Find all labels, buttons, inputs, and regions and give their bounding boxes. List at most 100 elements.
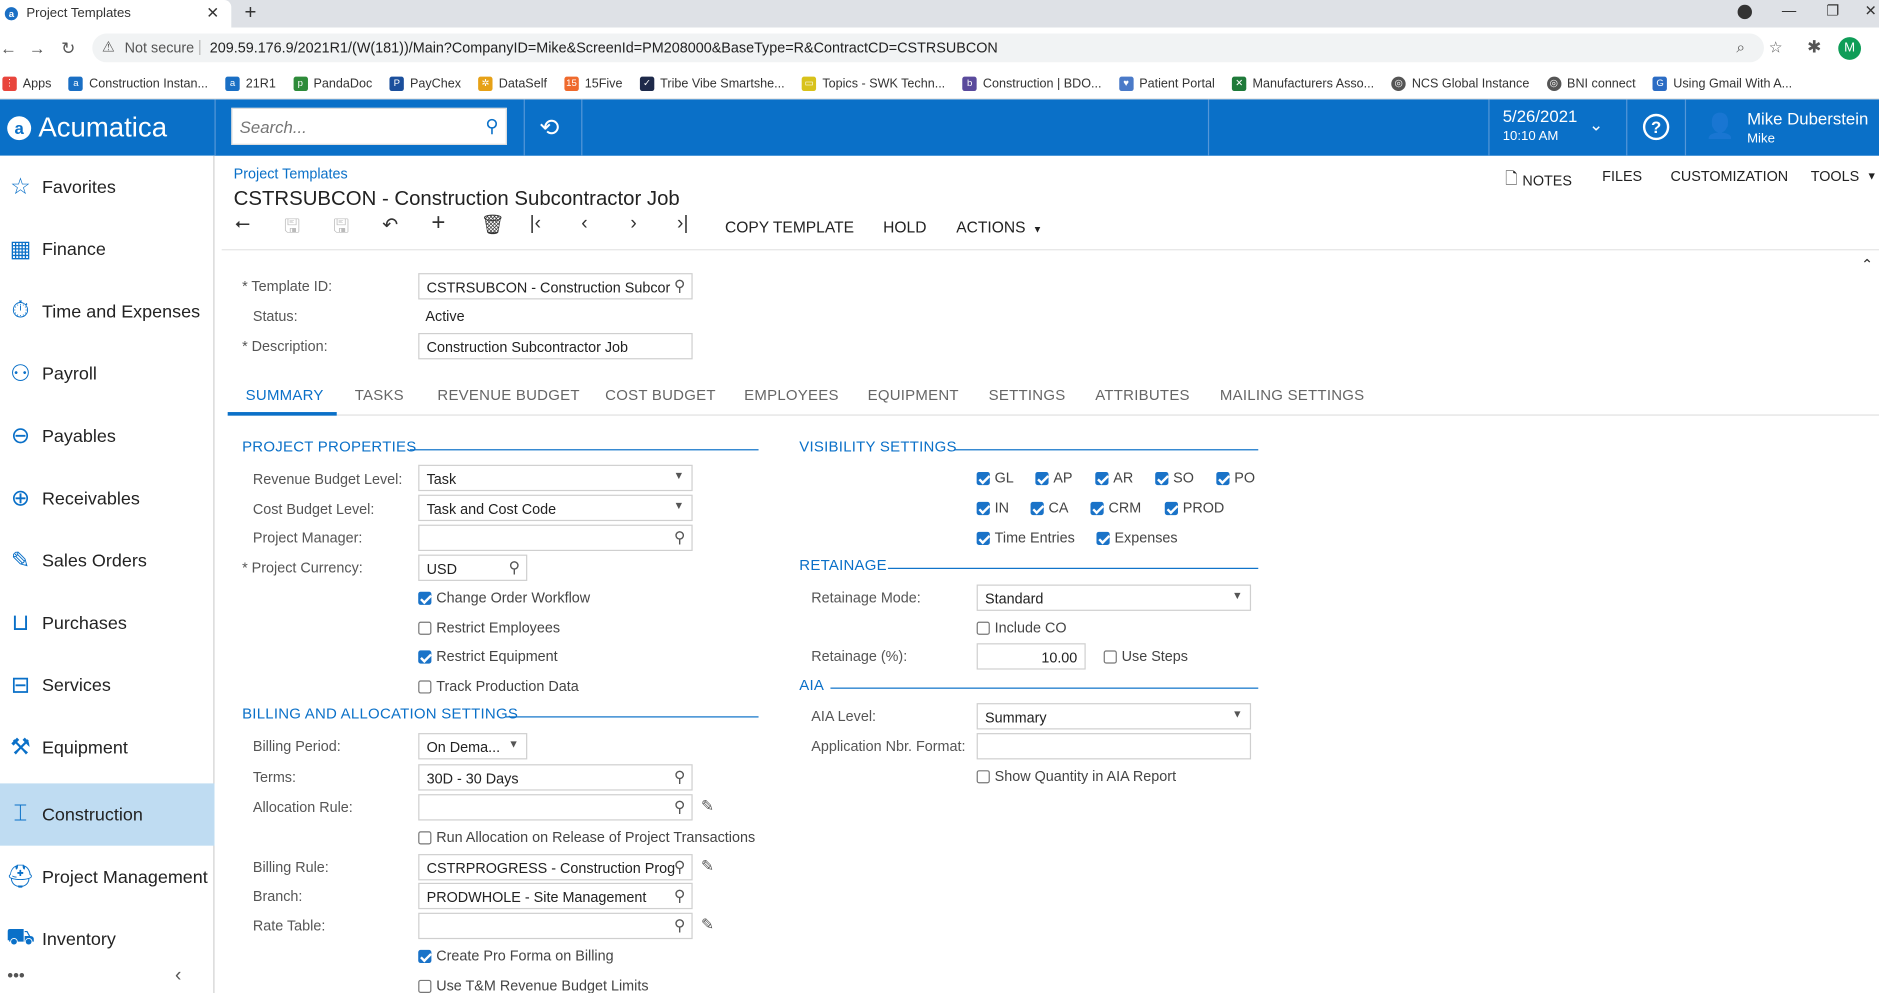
- visibility-ap-checkbox[interactable]: AP: [1035, 470, 1073, 486]
- sidebar-item-inventory[interactable]: ⛟ Inventory: [0, 908, 215, 970]
- allocation-rule-field[interactable]: ⚲: [418, 794, 693, 821]
- first-record-icon[interactable]: |‹: [530, 213, 541, 235]
- application-nbr-format-field[interactable]: [976, 733, 1252, 760]
- visibility-time-entries-checkbox[interactable]: Time Entries: [976, 529, 1075, 546]
- sidebar-item-purchases[interactable]: ⊔ Purchases: [0, 592, 215, 654]
- url-field[interactable]: ⚠ Not secure | 209.59.176.9/2021R1/(W(18…: [92, 33, 1783, 63]
- search-icon[interactable]: ⚲: [485, 115, 498, 136]
- search-box[interactable]: ⚲: [231, 107, 507, 145]
- bookmark-item[interactable]: a Construction Instan...: [68, 69, 208, 98]
- bookmark-item[interactable]: 15 15Five: [564, 69, 622, 98]
- restore-icon[interactable]: ❐: [1826, 2, 1839, 19]
- visibility-crm-checkbox[interactable]: CRM: [1090, 499, 1141, 516]
- tab-revenue-budget[interactable]: REVENUE BUDGET: [437, 387, 579, 404]
- bookmark-item[interactable]: p PandaDoc: [293, 69, 372, 98]
- branch-field[interactable]: PRODWHOLE - Site Management ⚲: [418, 882, 693, 910]
- next-record-icon[interactable]: ›: [630, 213, 636, 235]
- show-quantity-aia-checkbox[interactable]: Show Quantity in AIA Report: [976, 768, 1176, 785]
- sidebar-item-favorites[interactable]: ☆ Favorites: [0, 156, 215, 218]
- acumatica-logo[interactable]: a Acumatica: [7, 111, 167, 143]
- extensions-icon[interactable]: ✱: [1807, 37, 1821, 57]
- sidebar-item-finance[interactable]: ▦ Finance: [0, 218, 215, 280]
- actions-menu[interactable]: ACTIONS ▼: [956, 218, 1042, 236]
- browser-tab[interactable]: a Project Templates ✕: [0, 0, 232, 28]
- undo-icon[interactable]: ↶: [382, 213, 398, 237]
- change-order-workflow-checkbox[interactable]: Change Order Workflow: [418, 589, 590, 606]
- cost-budget-level-select[interactable]: Task and Cost Code ▼: [418, 494, 693, 522]
- edit-pencil-icon[interactable]: ✎: [701, 797, 714, 816]
- bookmark-item[interactable]: ✲ DataSelf: [478, 69, 547, 98]
- user-menu[interactable]: 👤 Mike Duberstein Mike: [1705, 109, 1868, 146]
- back-button-icon[interactable]: ⭠: [235, 213, 250, 235]
- lookup-search-icon[interactable]: ⚲: [674, 528, 685, 547]
- help-icon[interactable]: ?: [1642, 113, 1670, 141]
- visibility-expenses-checkbox[interactable]: Expenses: [1096, 529, 1178, 546]
- restrict-employees-checkbox[interactable]: Restrict Employees: [418, 619, 560, 636]
- edit-pencil-icon[interactable]: ✎: [701, 915, 714, 934]
- close-window-icon[interactable]: ✕: [1865, 2, 1877, 19]
- last-record-icon[interactable]: ›|: [677, 213, 688, 235]
- create-pro-forma-checkbox[interactable]: Create Pro Forma on Billing: [418, 947, 614, 964]
- previous-record-icon[interactable]: ‹: [581, 213, 587, 235]
- template-id-field[interactable]: CSTRSUBCON - Construction Subcor ⚲: [418, 273, 693, 300]
- customization-link[interactable]: CUSTOMIZATION: [1670, 168, 1788, 185]
- history-icon[interactable]: ⟲: [539, 113, 559, 143]
- sidebar-item-time-and-expenses[interactable]: ⏱ Time and Expenses: [0, 280, 215, 342]
- chevron-down-icon[interactable]: ⌄: [1589, 115, 1603, 135]
- sidebar-item-payables[interactable]: ⊖ Payables: [0, 405, 215, 467]
- collapse-header-icon[interactable]: ⌃: [1861, 256, 1873, 273]
- bookmark-star-icon[interactable]: ☆: [1769, 38, 1783, 57]
- sidebar-item-construction[interactable]: ⌶ Construction: [0, 783, 215, 846]
- new-tab-icon[interactable]: +: [244, 1, 256, 25]
- lookup-search-icon[interactable]: ⚲: [674, 277, 685, 296]
- project-manager-field[interactable]: ⚲: [418, 524, 693, 552]
- tab-equipment[interactable]: EQUIPMENT: [868, 387, 959, 404]
- search-input[interactable]: [232, 109, 461, 144]
- track-production-data-checkbox[interactable]: Track Production Data: [418, 678, 579, 695]
- visibility-ar-checkbox[interactable]: AR: [1095, 470, 1133, 486]
- billing-rule-field[interactable]: CSTRPROGRESS - Construction Prog ⚲: [418, 854, 693, 881]
- run-allocation-checkbox[interactable]: Run Allocation on Release of Project Tra…: [418, 829, 755, 846]
- browser-menu-icon[interactable]: [1737, 4, 1752, 20]
- collapse-sidebar-icon[interactable]: ‹: [175, 965, 181, 987]
- sidebar-item-equipment[interactable]: ⚒ Equipment: [0, 716, 215, 778]
- bookmark-item[interactable]: a 21R1: [225, 69, 276, 98]
- visibility-prod-checkbox[interactable]: PROD: [1164, 499, 1224, 516]
- sidebar-item-sales-orders[interactable]: ✎ Sales Orders: [0, 529, 215, 591]
- add-icon[interactable]: +: [431, 210, 445, 238]
- restrict-equipment-checkbox[interactable]: Restrict Equipment: [418, 648, 558, 665]
- billing-period-select[interactable]: On Dema... ▼: [418, 733, 528, 760]
- use-steps-checkbox[interactable]: Use Steps: [1103, 648, 1188, 665]
- minimize-icon[interactable]: —: [1782, 2, 1796, 19]
- revenue-budget-level-select[interactable]: Task ▼: [418, 464, 693, 492]
- tab-summary[interactable]: SUMMARY: [246, 387, 324, 404]
- delete-icon[interactable]: 🗑: [481, 213, 505, 237]
- tools-menu[interactable]: TOOLS ▼: [1811, 168, 1877, 185]
- tab-mailing-settings[interactable]: MAILING SETTINGS: [1220, 387, 1364, 404]
- close-tab-icon[interactable]: ✕: [206, 4, 219, 23]
- reload-icon[interactable]: ↻: [61, 38, 75, 58]
- retainage-mode-select[interactable]: Standard ▼: [976, 584, 1252, 611]
- bookmark-item[interactable]: ♥ Patient Portal: [1118, 69, 1215, 98]
- bookmark-item[interactable]: ◎ BNI connect: [1546, 69, 1636, 98]
- lookup-search-icon[interactable]: ⚲: [509, 558, 520, 577]
- lookup-search-icon[interactable]: ⚲: [674, 886, 685, 905]
- visibility-gl-checkbox[interactable]: GL: [976, 470, 1014, 486]
- lookup-search-icon[interactable]: ⚲: [674, 768, 685, 787]
- terms-field[interactable]: 30D - 30 Days ⚲: [418, 764, 693, 791]
- sidebar-item-services[interactable]: ⊟ Services: [0, 654, 215, 716]
- lookup-search-icon[interactable]: ⚲: [674, 916, 685, 935]
- visibility-in-checkbox[interactable]: IN: [976, 499, 1009, 516]
- bookmark-item[interactable]: ✕ Manufacturers Asso...: [1232, 69, 1374, 98]
- sidebar-item-payroll[interactable]: ⚇ Payroll: [0, 343, 215, 405]
- lookup-search-icon[interactable]: ⚲: [674, 858, 685, 877]
- bookmark-item[interactable]: ⋮ Apps: [2, 69, 51, 98]
- tab-attributes[interactable]: ATTRIBUTES: [1095, 387, 1190, 404]
- sidebar-item-receivables[interactable]: ⊕ Receivables: [0, 467, 215, 529]
- bookmark-item[interactable]: ▭ Topics - SWK Techn...: [801, 69, 945, 98]
- hold-button[interactable]: HOLD: [883, 218, 926, 236]
- bookmark-item[interactable]: ✓ Tribe Vibe Smartshe...: [639, 69, 785, 98]
- copy-template-button[interactable]: COPY TEMPLATE: [725, 218, 854, 236]
- profile-avatar[interactable]: M: [1838, 37, 1862, 60]
- tab-tasks[interactable]: TASKS: [355, 387, 404, 404]
